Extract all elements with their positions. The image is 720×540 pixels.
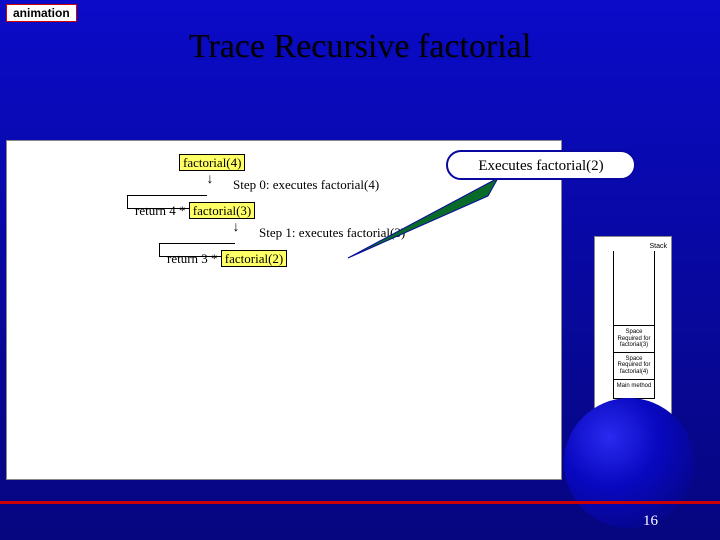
trace-ret0a: return 4 * <box>135 203 189 218</box>
stack-cell: Space Required for factorial(3) <box>614 325 654 352</box>
stack-title: Stack <box>649 243 667 250</box>
footer-divider <box>0 501 720 504</box>
arrow-down-icon: ↓ <box>231 221 241 235</box>
decorative-sphere <box>564 398 694 528</box>
trace-root: factorial(4) <box>179 154 245 171</box>
stack-cell: Main method <box>614 379 654 393</box>
callout-text: Executes factorial(2) <box>478 158 603 174</box>
callout-bubble: Executes factorial(2) <box>446 150 636 180</box>
trace-return1: return 3 * factorial(2) <box>167 251 287 267</box>
stack-box: Space Required for factorial(3) Space Re… <box>613 251 655 399</box>
slide-title: Trace Recursive factorial <box>0 28 720 66</box>
trace-return0: return 4 * factorial(3) <box>135 203 255 219</box>
animation-tag: animation <box>6 4 77 22</box>
stack-cell: Space Required for factorial(4) <box>614 352 654 379</box>
trace-ret0b: factorial(3) <box>189 202 255 219</box>
page-number: 16 <box>643 513 658 530</box>
animation-tag-label: animation <box>13 6 70 20</box>
arrow-down-icon: ↓ <box>205 173 215 187</box>
trace-ret1b: factorial(2) <box>221 250 287 267</box>
trace-ret1a: return 3 * <box>167 251 221 266</box>
